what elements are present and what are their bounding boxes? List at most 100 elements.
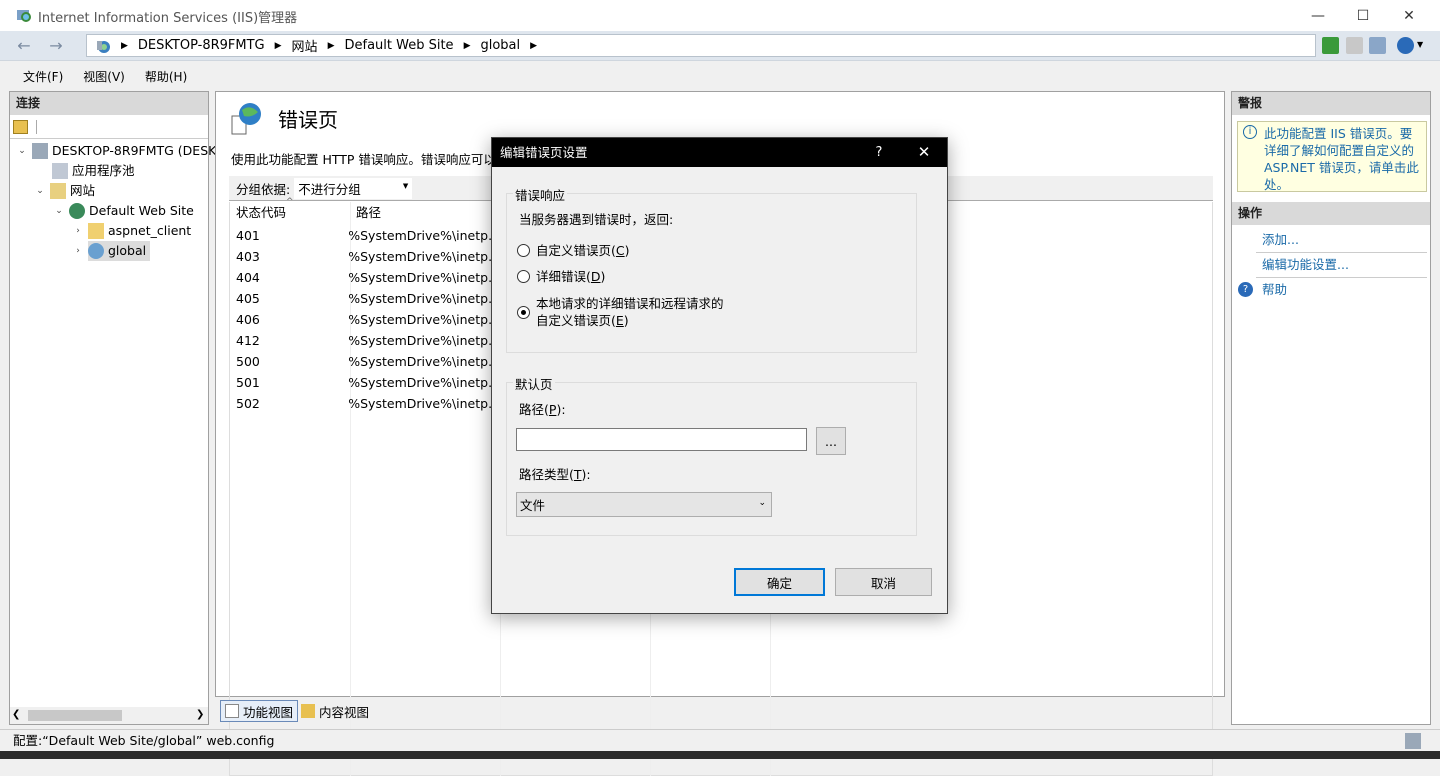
tree-item-default-web-site[interactable]: ⌄ Default Web Site	[53, 201, 194, 221]
add-action-link[interactable]: 添加...	[1262, 230, 1299, 250]
group-by-select[interactable]: 不进行分组 ▼	[294, 177, 413, 199]
table-row[interactable]: 501 %SystemDrive%\inetp...	[230, 372, 500, 393]
error-path: %SystemDrive%\inetp...	[348, 375, 500, 390]
refresh-icon[interactable]	[1322, 37, 1339, 54]
help-dropdown-icon[interactable]: ▼	[1417, 40, 1423, 49]
default-page-label: 默认页	[513, 374, 555, 393]
status-text: 配置:“Default Web Site/global” web.config	[13, 733, 275, 748]
address-bar[interactable]: ▶ DESKTOP-8R9FMTG ▶ 网站 ▶ Default Web Sit…	[86, 34, 1316, 57]
radio-detailed-error[interactable]: 详细错误(D)	[517, 268, 605, 285]
error-path: %SystemDrive%\inetp...	[348, 249, 500, 264]
actions-title: 操作	[1232, 202, 1430, 225]
tree-label: Default Web Site	[89, 203, 194, 218]
dialog-close-button[interactable]: ✕	[904, 138, 944, 167]
breadcrumb-separator-icon: ▶	[121, 40, 128, 51]
browse-button[interactable]: ...	[816, 427, 846, 455]
radio-button[interactable]	[517, 244, 530, 257]
chevron-down-icon: ⌄	[758, 498, 766, 508]
menu-view[interactable]: 视图(V)	[83, 68, 125, 85]
menu-help[interactable]: 帮助(H)	[145, 68, 187, 85]
error-response-label: 错误响应	[513, 185, 568, 204]
status-code: 501	[236, 375, 260, 390]
home-icon[interactable]	[1369, 37, 1386, 54]
path-input[interactable]	[516, 428, 807, 451]
chevron-down-icon[interactable]: ⌄	[53, 201, 65, 221]
tree-item-server[interactable]: ⌄ DESKTOP-8R9FMTG (DESK	[16, 141, 216, 161]
status-code: 406	[236, 312, 260, 327]
create-connection-icon[interactable]	[13, 120, 28, 134]
breadcrumb-sites[interactable]: 网站	[292, 36, 318, 55]
breadcrumb-separator-icon: ▶	[530, 40, 538, 51]
breadcrumb-separator-icon: ▶	[463, 40, 471, 51]
column-header-path[interactable]: 路径	[350, 202, 500, 224]
table-row[interactable]: 412 %SystemDrive%\inetp...	[230, 330, 500, 351]
table-row[interactable]: 404 %SystemDrive%\inetp...	[230, 267, 500, 288]
menu-file[interactable]: 文件(F)	[23, 68, 63, 85]
scroll-right-icon[interactable]: ❯	[196, 709, 204, 720]
error-path: %SystemDrive%\inetp...	[348, 291, 500, 306]
edit-feature-settings-link[interactable]: 编辑功能设置...	[1262, 255, 1349, 275]
tab-content-view[interactable]: 内容视图	[297, 700, 373, 722]
status-code: 405	[236, 291, 260, 306]
table-row[interactable]: 406 %SystemDrive%\inetp...	[230, 309, 500, 330]
forward-arrow-icon[interactable]: →	[44, 36, 68, 56]
tree-label: global	[108, 243, 147, 258]
path-type-value: 文件	[520, 498, 546, 513]
radio-button[interactable]	[517, 270, 530, 283]
tree-item-sites[interactable]: ⌄ 网站	[34, 181, 95, 201]
error-path: %SystemDrive%\inetp...	[348, 312, 500, 327]
radio-button-selected[interactable]	[517, 305, 530, 319]
radio-detailed-local-custom-remote[interactable]: 本地请求的详细错误和远程请求的 自定义错误页(E)	[517, 295, 724, 329]
action-divider	[1256, 252, 1427, 253]
tab-label: 功能视图	[243, 704, 294, 720]
chevron-right-icon[interactable]: ›	[72, 221, 84, 241]
help-icon[interactable]	[1397, 37, 1414, 54]
back-arrow-icon[interactable]: ←	[12, 36, 36, 56]
horizontal-scrollbar[interactable]: ❮ ❯	[10, 707, 208, 724]
close-button[interactable]: ✕	[1386, 0, 1432, 31]
status-bar: 配置:“Default Web Site/global” web.config	[0, 729, 1440, 751]
maximize-button[interactable]: ☐	[1340, 0, 1386, 31]
web-app-icon	[88, 243, 104, 259]
breadcrumb-global[interactable]: global	[480, 38, 520, 53]
group-by-value: 不进行分组	[298, 181, 361, 197]
tree-item-global[interactable]: › global	[72, 241, 151, 261]
path-type-select[interactable]: 文件 ⌄	[516, 492, 772, 517]
error-pages-icon	[231, 103, 261, 135]
table-row[interactable]: 403 %SystemDrive%\inetp...	[230, 246, 500, 267]
ok-button[interactable]: 确定	[734, 568, 825, 596]
action-divider	[1256, 277, 1427, 278]
dropdown-arrow-icon: ▼	[402, 181, 409, 190]
table-row[interactable]: 500 %SystemDrive%\inetp...	[230, 351, 500, 372]
alerts-title: 警报	[1232, 92, 1430, 115]
tree-item-aspnet-client[interactable]: › aspnet_client	[72, 221, 191, 241]
tree-item-app-pools[interactable]: 应用程序池	[52, 161, 135, 181]
feature-description: 使用此功能配置 HTTP 错误响应。错误响应可以是	[231, 152, 509, 167]
breadcrumb-server[interactable]: DESKTOP-8R9FMTG	[138, 38, 265, 53]
table-row[interactable]: 405 %SystemDrive%\inetp...	[230, 288, 500, 309]
breadcrumb-default-web-site[interactable]: Default Web Site	[344, 38, 453, 53]
status-code: 403	[236, 249, 260, 264]
table-row[interactable]: 401 %SystemDrive%\inetp...	[230, 225, 500, 246]
minimize-button[interactable]: —	[1295, 0, 1341, 31]
breadcrumb-separator-icon: ▶	[327, 40, 335, 51]
toolbar-divider	[36, 120, 37, 134]
table-row[interactable]: 502 %SystemDrive%\inetp...	[230, 393, 500, 414]
scroll-thumb[interactable]	[28, 710, 122, 721]
help-action-link[interactable]: 帮助	[1262, 280, 1287, 300]
chevron-down-icon[interactable]: ⌄	[34, 181, 46, 201]
chevron-right-icon[interactable]: ›	[72, 241, 84, 261]
status-code: 502	[236, 396, 260, 411]
alert-text[interactable]: 此功能配置 IIS 错误页。要详细了解如何配置自定义的 ASP.NET 错误页，…	[1264, 126, 1419, 192]
cancel-button[interactable]: 取消	[835, 568, 932, 596]
tab-features-view[interactable]: 功能视图	[220, 700, 299, 722]
dialog-help-button[interactable]: ?	[859, 138, 899, 167]
alert-box: i 此功能配置 IIS 错误页。要详细了解如何配置自定义的 ASP.NET 错误…	[1237, 121, 1427, 192]
chevron-down-icon[interactable]: ⌄	[16, 141, 28, 161]
page-title: 错误页	[278, 108, 338, 132]
network-status-icon	[1405, 733, 1421, 749]
scroll-left-icon[interactable]: ❮	[12, 709, 20, 720]
option-label: 详细错误(D)	[536, 269, 606, 284]
stop-icon[interactable]	[1346, 37, 1363, 54]
radio-custom-error[interactable]: 自定义错误页(C)	[517, 242, 630, 259]
